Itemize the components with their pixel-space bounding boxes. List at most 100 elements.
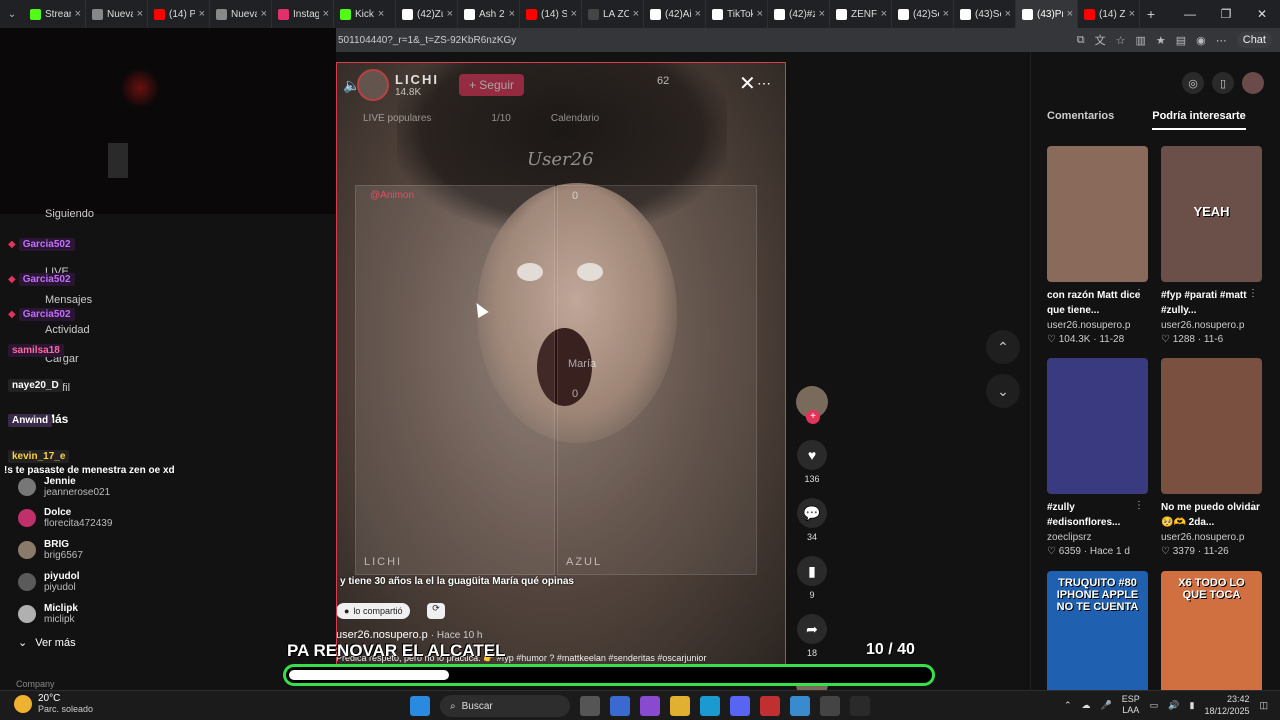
- translate-icon[interactable]: 文: [1095, 32, 1106, 48]
- file-explorer-icon[interactable]: [670, 696, 690, 716]
- taskbar-search[interactable]: ⌕ Buscar: [440, 695, 570, 717]
- tab-close-icon[interactable]: ×: [447, 8, 453, 20]
- video-author[interactable]: user26.nosupero.p: [1047, 320, 1148, 331]
- obs-icon[interactable]: [820, 696, 840, 716]
- video-thumbnail[interactable]: [1161, 358, 1262, 494]
- browser-tab[interactable]: (14) Si ×: [520, 0, 582, 28]
- edge-icon[interactable]: [700, 696, 720, 716]
- tab-close-icon[interactable]: ×: [1067, 8, 1073, 20]
- author-name[interactable]: user26.nosupero.p: [337, 629, 428, 641]
- tab-close-icon[interactable]: ×: [509, 8, 515, 20]
- app-icon[interactable]: [850, 696, 870, 716]
- calendario-tab[interactable]: Calendario: [551, 113, 599, 124]
- tab-close-icon[interactable]: ×: [881, 8, 887, 20]
- profile-icon[interactable]: ◉: [1196, 34, 1206, 47]
- browser-tab[interactable]: (42)Se ×: [892, 0, 954, 28]
- split-screen-icon[interactable]: ▥: [1135, 34, 1145, 47]
- minimize-button[interactable]: —: [1172, 7, 1208, 21]
- more-options-icon[interactable]: ⋮: [1248, 288, 1258, 299]
- tab-close-icon[interactable]: ×: [378, 8, 384, 20]
- suggested-video-card[interactable]: No me puedo olvidar 🥺🫶 2da... ⋮ user26.nos…: [1161, 358, 1262, 557]
- volume-tray-icon[interactable]: 🔊: [1168, 700, 1179, 711]
- following-item[interactable]: Dolce florecita472439: [18, 507, 112, 529]
- video-thumbnail[interactable]: X6 TODO LO QUE TOCA: [1161, 571, 1262, 707]
- copilot-chat-button[interactable]: Chat: [1236, 32, 1272, 48]
- tab-close-icon[interactable]: ×: [819, 8, 825, 20]
- suggested-video-card[interactable]: con razón Matt dice que tiene... ⋮ user26.…: [1047, 146, 1148, 345]
- suggested-video-card[interactable]: YEAH #fyp #parati #matt #zully... ⋮ user26.…: [1161, 146, 1262, 345]
- maximize-button[interactable]: ❐: [1208, 7, 1244, 21]
- favorites-icon[interactable]: ★: [1156, 34, 1166, 47]
- browser-tab[interactable]: Stream ×: [24, 0, 86, 28]
- heart-icon[interactable]: ♥: [797, 440, 827, 470]
- mic-icon[interactable]: 🎤: [1101, 700, 1112, 711]
- more-options-icon[interactable]: ⋮: [1248, 500, 1258, 511]
- windows-start-icon[interactable]: [410, 696, 430, 716]
- tab-podria-interesarte[interactable]: Podría interesarte: [1152, 110, 1246, 130]
- chevron-down-icon[interactable]: ⌄: [986, 374, 1020, 408]
- browser-tab[interactable]: Nueva ×: [210, 0, 272, 28]
- following-item[interactable]: BRIG brig6567: [18, 539, 83, 561]
- onedrive-icon[interactable]: ☁: [1082, 700, 1091, 711]
- browser-tab[interactable]: Ash 25 ×: [458, 0, 520, 28]
- store-icon[interactable]: [610, 696, 630, 716]
- profile-avatar[interactable]: [1242, 72, 1264, 94]
- tab-close-icon[interactable]: ×: [757, 8, 763, 20]
- browser-tab[interactable]: TikTok ×: [706, 0, 768, 28]
- phone-icon[interactable]: ▯: [1212, 72, 1234, 94]
- bookmark-icon[interactable]: ▮: [797, 556, 827, 586]
- browser-tab[interactable]: Kick ×: [334, 0, 396, 28]
- tab-close-icon[interactable]: ×: [1129, 8, 1135, 20]
- share-icon[interactable]: ➦: [797, 614, 827, 644]
- notification-icon[interactable]: ◫: [1259, 700, 1268, 711]
- tab-comentarios[interactable]: Comentarios: [1047, 110, 1114, 130]
- video-thumbnail[interactable]: TRUQUITO #80 IPHONE APPLE NO TE CUENTA: [1047, 571, 1148, 707]
- tab-close-icon[interactable]: ×: [633, 8, 639, 20]
- video-author[interactable]: zoeclipsrz: [1047, 532, 1148, 543]
- weather-widget[interactable]: 20°C Parc. soleado: [14, 693, 93, 714]
- video-author[interactable]: user26.nosupero.p: [1161, 320, 1262, 331]
- favorite-star-icon[interactable]: ☆: [1116, 34, 1126, 47]
- following-item[interactable]: piyudol piyudol: [18, 571, 80, 593]
- tab-close-icon[interactable]: ×: [199, 8, 205, 20]
- browser-tab[interactable]: (43)Pr ×: [1016, 0, 1078, 28]
- photos-icon[interactable]: [790, 696, 810, 716]
- nav-actividad[interactable]: Actividad: [45, 324, 90, 336]
- suggested-video-card[interactable]: #zully #edisonflores... ⋮ zoeclipsrz ♡ 6359…: [1047, 358, 1148, 557]
- browser-tab[interactable]: (42)Ai ×: [644, 0, 706, 28]
- video-thumbnail[interactable]: YEAH: [1161, 146, 1262, 282]
- suggested-video-card[interactable]: X6 TODO LO QUE TOCA: [1161, 571, 1262, 707]
- more-icon[interactable]: ⋯: [757, 75, 771, 92]
- comment-icon[interactable]: 💬: [797, 498, 827, 528]
- tab-close-icon[interactable]: ×: [571, 8, 577, 20]
- browser-tab[interactable]: (14) Pr ×: [148, 0, 210, 28]
- tray-chevron-icon[interactable]: ⌃: [1064, 700, 1072, 711]
- more-options-icon[interactable]: ⋮: [1134, 500, 1144, 511]
- live-populares-tab[interactable]: LIVE populares: [363, 113, 431, 124]
- language-indicator[interactable]: ESP LAA: [1122, 694, 1140, 716]
- browser-tab[interactable]: LA ZC ×: [582, 0, 644, 28]
- tab-close-icon[interactable]: ×: [1005, 8, 1011, 20]
- ver-mas-button[interactable]: ⌄ Ver más: [18, 636, 76, 650]
- browser-tab[interactable]: ZENFL ×: [830, 0, 892, 28]
- video-thumbnail[interactable]: [1047, 146, 1148, 282]
- browser-tab[interactable]: Nueva ×: [86, 0, 148, 28]
- browser-tab[interactable]: (42)#z ×: [768, 0, 830, 28]
- task-view-icon[interactable]: [580, 696, 600, 716]
- browser-tab[interactable]: (14) Zi ×: [1078, 0, 1140, 28]
- video-player[interactable]: @Animon LICHI 0 María 0 AZUL 🔈 LICHI 14.…: [336, 62, 786, 676]
- clock[interactable]: 23:42 18/12/2025: [1204, 693, 1249, 717]
- tab-close-icon[interactable]: ×: [943, 8, 949, 20]
- address-bar[interactable]: 501104440?_r=1&_t=ZS-92KbR6nzKGy ⧉ 文 ☆ ▥…: [336, 28, 1280, 52]
- nav-siguiendo[interactable]: Siguiendo: [45, 208, 94, 220]
- follow-button[interactable]: + Seguir: [458, 74, 524, 96]
- more-menu-icon[interactable]: ⋯: [1216, 34, 1227, 47]
- new-tab-button[interactable]: +: [1140, 6, 1162, 22]
- shared-chip[interactable]: ● lo compartió: [337, 603, 411, 619]
- video-author[interactable]: user26.nosupero.p: [1161, 532, 1262, 543]
- url-text[interactable]: 501104440?_r=1&_t=ZS-92KbR6nzKGy: [336, 35, 516, 46]
- browser-tab[interactable]: (43)Se ×: [954, 0, 1016, 28]
- network-icon[interactable]: ▭: [1150, 700, 1159, 711]
- browser-tab[interactable]: Instagr ×: [272, 0, 334, 28]
- video-thumbnail[interactable]: [1047, 358, 1148, 494]
